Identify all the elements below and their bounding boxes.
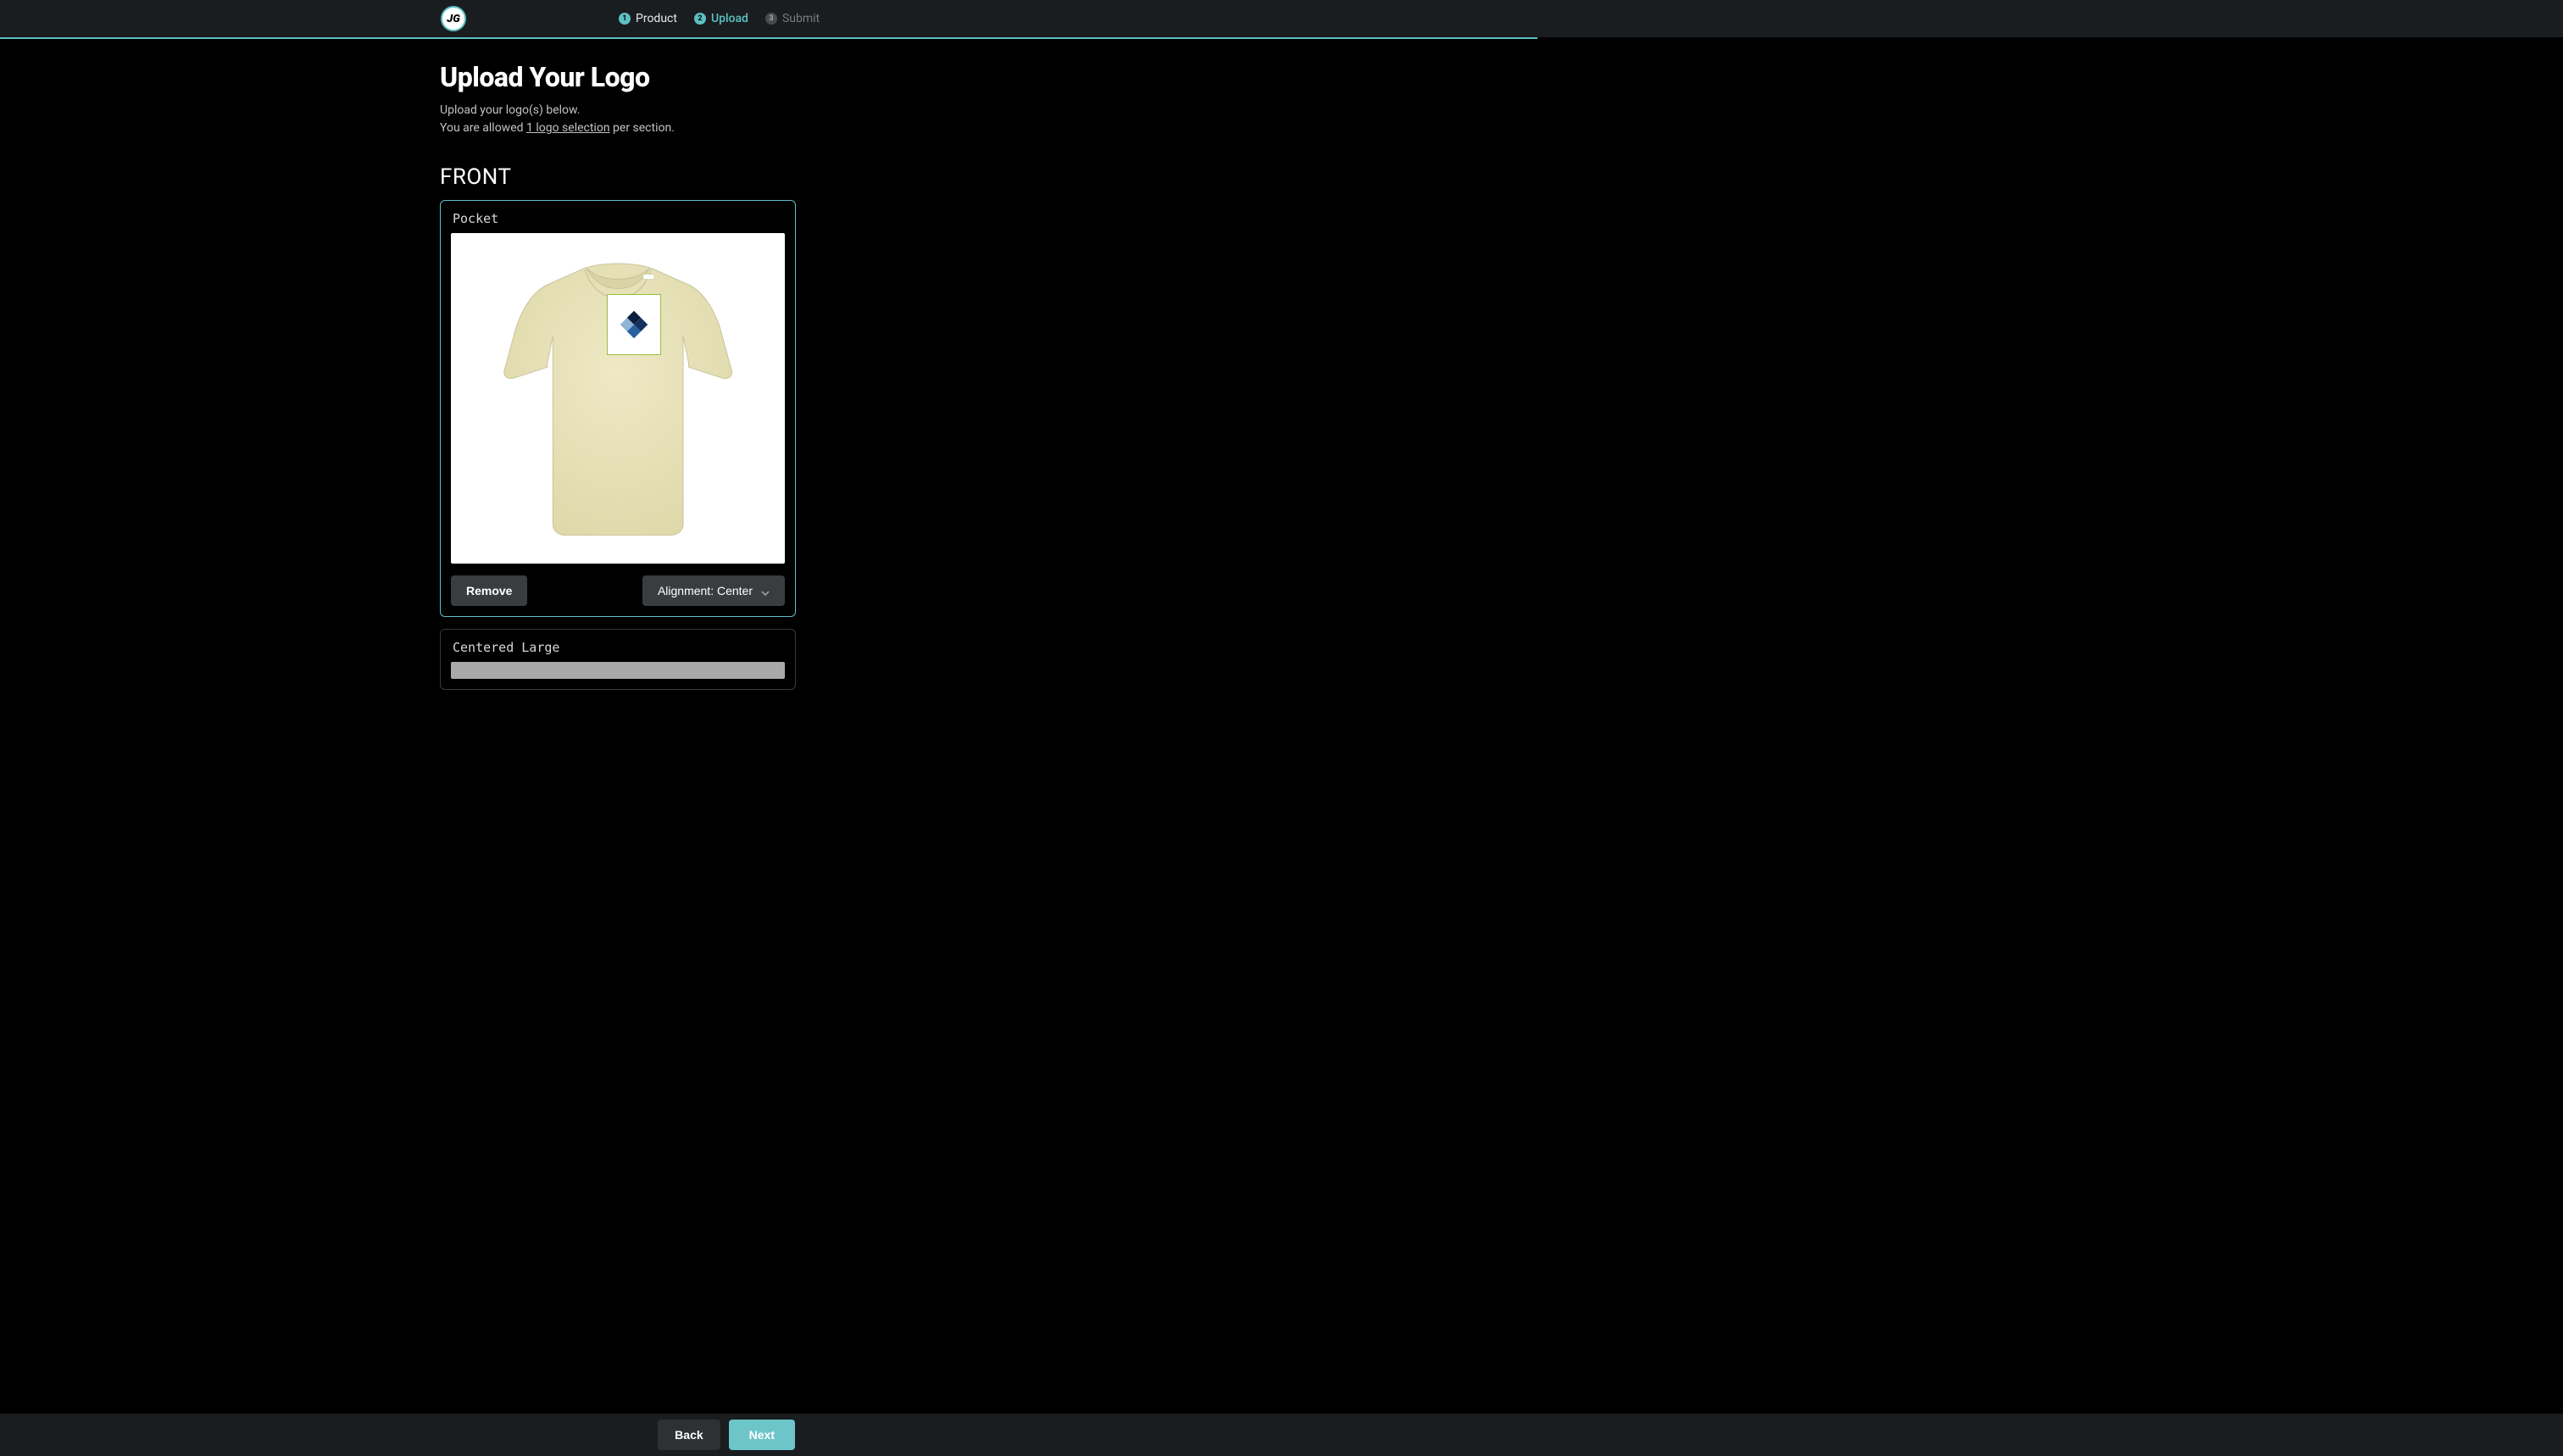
section-title-front: FRONT [440, 164, 796, 190]
step-number: 1 [619, 13, 631, 25]
step-label: Product [636, 12, 677, 25]
back-button[interactable]: Back [658, 1420, 720, 1450]
step-upload[interactable]: 2 Upload [694, 12, 748, 25]
wizard-steps: 1 Product 2 Upload 3 Submit [619, 12, 820, 25]
card-label: Centered Large [451, 640, 785, 655]
brand-logo: JG [441, 6, 466, 31]
alignment-select[interactable]: Alignment: Center [642, 575, 785, 606]
progress-track [0, 37, 2563, 39]
upload-card-pocket: Pocket [440, 200, 796, 617]
product-preview[interactable] [451, 233, 785, 564]
footer-bar: Back Next [0, 1414, 2563, 1456]
next-button[interactable]: Next [729, 1420, 795, 1450]
step-number: 2 [694, 13, 706, 25]
remove-button[interactable]: Remove [451, 575, 527, 606]
page-subtitle: Upload your logo(s) below. You are allow… [440, 102, 796, 137]
main-content: Upload Your Logo Upload your logo(s) bel… [440, 39, 796, 803]
logo-placement-pocket[interactable] [607, 294, 661, 355]
page-title: Upload Your Logo [440, 61, 796, 93]
step-submit[interactable]: 3 Submit [765, 12, 820, 25]
step-number: 3 [765, 13, 777, 25]
subtitle-emphasis: 1 logo selection [526, 121, 610, 135]
progress-bar [0, 37, 1537, 39]
brand-logo-text: JG [447, 13, 460, 25]
upload-card-centered-large: Centered Large [440, 629, 796, 690]
card-actions: Remove Alignment: Center [451, 575, 785, 606]
alignment-label: Alignment: Center [658, 584, 753, 597]
chevron-down-icon [761, 586, 770, 595]
subtitle-line-2: You are allowed 1 logo selection per sec… [440, 119, 796, 137]
step-label: Upload [711, 12, 748, 25]
step-product[interactable]: 1 Product [619, 12, 677, 25]
app-header: JG 1 Product 2 Upload 3 Submit [0, 0, 2563, 37]
subtitle-line-1: Upload your logo(s) below. [440, 102, 796, 119]
shirt-graphic [459, 242, 776, 556]
upload-dropzone[interactable] [451, 662, 785, 679]
step-label: Submit [782, 12, 820, 25]
uploaded-logo-icon [614, 304, 654, 345]
card-label: Pocket [451, 211, 785, 226]
